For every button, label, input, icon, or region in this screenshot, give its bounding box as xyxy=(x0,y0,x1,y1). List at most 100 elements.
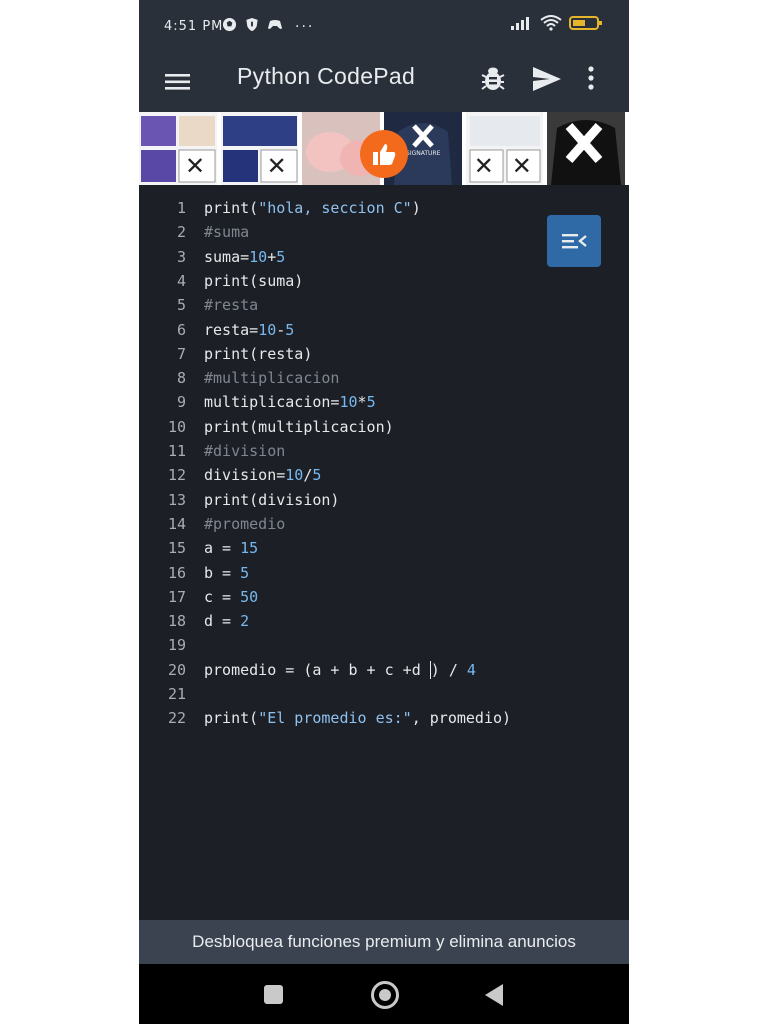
code-text[interactable]: resta=10-5 xyxy=(204,318,294,342)
code-token: resta= xyxy=(204,320,259,339)
code-token: print( xyxy=(204,709,259,728)
back-triangle-icon[interactable] xyxy=(485,984,503,1006)
code-text[interactable]: print(multiplicacion) xyxy=(204,415,394,439)
wifi-icon xyxy=(540,15,562,35)
code-token: 5 xyxy=(366,393,376,412)
line-number: 10 xyxy=(167,417,186,436)
line-number: 4 xyxy=(176,271,186,290)
code-line[interactable]: 22 print("El promedio es:", promedio) xyxy=(139,706,629,730)
line-number: 12 xyxy=(167,466,186,485)
code-text[interactable]: #resta xyxy=(204,293,258,317)
close-mark: ✕ xyxy=(185,152,206,180)
code-text[interactable]: promedio = (a + b + c +d ) / 4 xyxy=(204,658,476,682)
line-number: 9 xyxy=(176,393,186,412)
code-line[interactable]: 16 b = 5 xyxy=(139,561,629,585)
code-line[interactable]: 20 promedio = (a + b + c +d ) / 4 xyxy=(139,658,629,682)
code-text[interactable]: #promedio xyxy=(204,512,285,536)
more-vert-icon[interactable] xyxy=(587,65,595,95)
code-token: c = xyxy=(204,587,241,606)
bug-icon[interactable] xyxy=(480,65,506,97)
more-dots-icon: ··· xyxy=(295,18,315,35)
code-line[interactable]: 8 #multiplicacion xyxy=(139,366,629,390)
ad-item-bedding-white[interactable]: ✕ ✕ xyxy=(465,112,544,185)
code-text[interactable]: print(suma) xyxy=(204,269,303,293)
ad-item-bedding-navy[interactable]: ✕ xyxy=(220,112,299,185)
code-text[interactable]: d = 2 xyxy=(204,609,249,633)
close-mark: ✕ xyxy=(511,152,532,180)
ad-item-bedding-purple[interactable]: ✕ xyxy=(139,112,217,185)
code-text[interactable]: b = 5 xyxy=(204,561,249,585)
code-token: 10 xyxy=(249,247,268,266)
menu-icon[interactable] xyxy=(164,68,192,96)
app-title: Python CodePad xyxy=(237,63,416,89)
code-text[interactable]: print("hola, seccion C") xyxy=(204,196,421,220)
code-line[interactable]: 10 print(multiplicacion) xyxy=(139,415,629,439)
ad-item-hoodie-black[interactable] xyxy=(547,112,626,185)
line-number: 21 xyxy=(167,685,186,703)
home-circle-icon[interactable] xyxy=(371,981,399,1009)
code-token: ) / xyxy=(430,660,467,679)
code-token: 15 xyxy=(240,539,259,558)
code-line[interactable]: 5 #resta xyxy=(139,293,629,317)
code-line[interactable]: 17 c = 50 xyxy=(139,585,629,609)
code-text[interactable]: #multiplicacion xyxy=(204,366,339,390)
code-token: suma= xyxy=(204,247,250,266)
code-text[interactable]: print(resta) xyxy=(204,342,312,366)
code-token: 10 xyxy=(339,393,358,412)
code-text[interactable]: print(division) xyxy=(204,488,339,512)
code-token: 5 xyxy=(276,247,286,266)
code-token: d = xyxy=(204,612,241,631)
code-line[interactable]: 6 resta=10-5 xyxy=(139,318,629,342)
line-number: 17 xyxy=(167,587,186,606)
line-number: 15 xyxy=(167,539,186,558)
line-number: 22 xyxy=(167,709,186,728)
line-number: 11 xyxy=(167,442,186,460)
thumbs-up-icon[interactable] xyxy=(360,130,408,178)
premium-banner[interactable]: Desbloquea funciones premium y elimina a… xyxy=(139,920,629,964)
code-line[interactable]: 11 #division xyxy=(139,439,629,463)
line-number: 13 xyxy=(167,490,186,509)
code-line[interactable]: 14 #promedio xyxy=(139,512,629,536)
status-time: 4:51 PM xyxy=(164,19,224,34)
code-token: promedio = (a + b + c +d xyxy=(204,660,430,679)
code-text[interactable]: multiplicacion=10*5 xyxy=(204,390,376,414)
code-token: multiplicacion= xyxy=(204,393,340,412)
line-number: 1 xyxy=(176,199,186,217)
code-token: print(resta) xyxy=(204,344,313,363)
status-icons-right xyxy=(511,15,603,35)
close-mark: ✕ xyxy=(266,152,287,180)
line-number: 3 xyxy=(176,247,186,266)
code-text[interactable]: print("El promedio es:", promedio) xyxy=(204,706,511,730)
code-line[interactable]: 21 xyxy=(139,682,629,706)
code-text[interactable]: a = 15 xyxy=(204,536,258,560)
code-token: , promedio) xyxy=(411,709,512,728)
code-text[interactable]: #suma xyxy=(204,220,249,244)
code-text[interactable]: division=10/5 xyxy=(204,463,321,487)
code-line[interactable]: 12 division=10/5 xyxy=(139,463,629,487)
soccer-ball-icon xyxy=(222,17,237,36)
code-line[interactable]: 7 print(resta) xyxy=(139,342,629,366)
code-line[interactable]: 9 multiplicacion=10*5 xyxy=(139,390,629,414)
line-number: 19 xyxy=(167,636,186,655)
code-text[interactable]: suma=10+5 xyxy=(204,245,285,269)
shield-icon xyxy=(245,17,259,36)
system-nav-bar xyxy=(139,964,629,1024)
line-number: 20 xyxy=(167,660,186,679)
code-line[interactable]: 19 xyxy=(139,633,629,657)
code-token: print( xyxy=(204,199,259,217)
code-editor[interactable]: 1 print("hola, seccion C") 2 #suma 3 suma=10+… xyxy=(139,185,629,920)
recents-square-icon[interactable] xyxy=(264,985,283,1004)
code-line[interactable]: 18 d = 2 xyxy=(139,609,629,633)
phone-screen: 4:51 PM ··· Python CodePad ✕ ✕ SIGNATURE… xyxy=(139,0,629,1024)
code-line[interactable]: 4 print(suma) xyxy=(139,269,629,293)
battery-icon xyxy=(569,15,603,35)
code-token: "El promedio es:" xyxy=(258,709,412,728)
code-text[interactable]: c = 50 xyxy=(204,585,258,609)
code-text[interactable]: #division xyxy=(204,439,285,463)
collapse-menu-icon[interactable] xyxy=(547,215,601,267)
code-line[interactable]: 13 print(division) xyxy=(139,488,629,512)
code-line[interactable]: 15 a = 15 xyxy=(139,536,629,560)
code-token: print(multiplicacion) xyxy=(204,417,394,436)
code-token: a = xyxy=(204,539,241,558)
send-icon[interactable] xyxy=(532,66,562,96)
